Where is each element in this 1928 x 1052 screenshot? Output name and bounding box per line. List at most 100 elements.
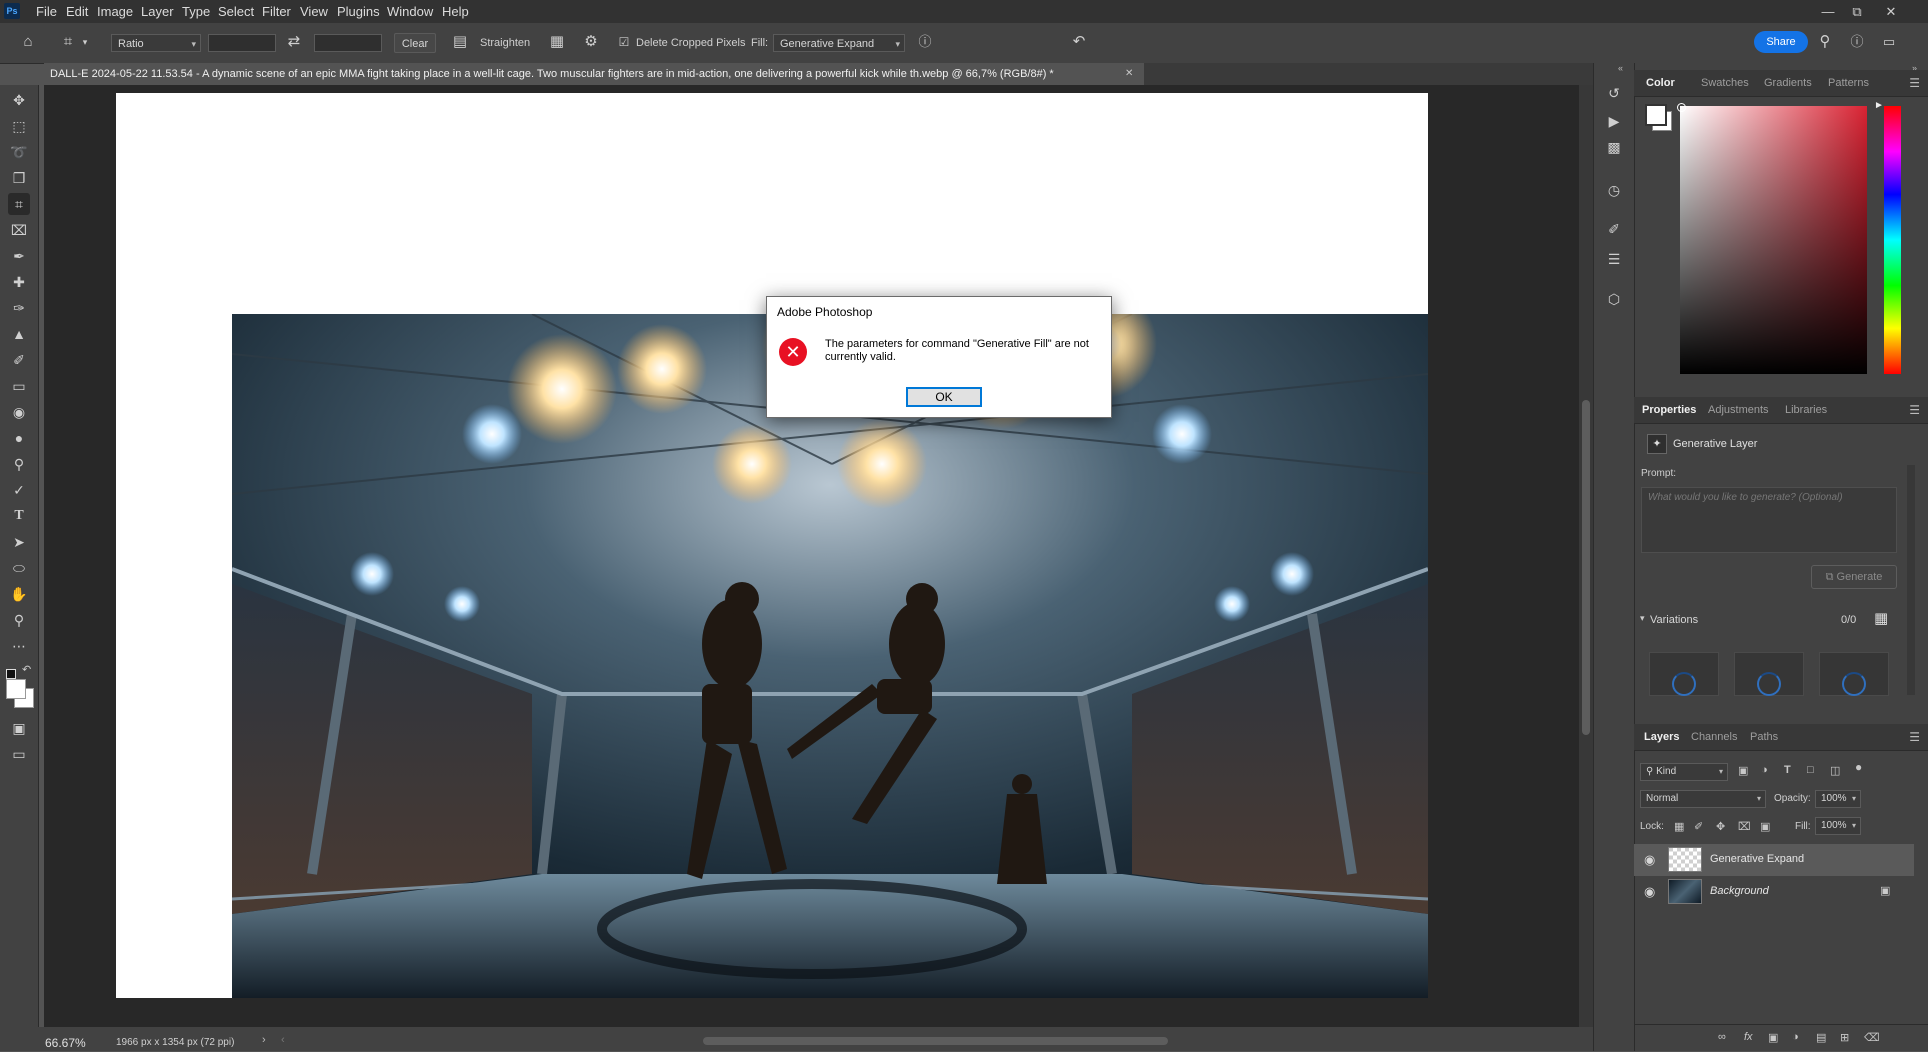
hue-slider-handle-icon[interactable]: ► bbox=[1874, 100, 1884, 111]
chevron-down-icon[interactable]: ▾ bbox=[80, 32, 90, 52]
menu-type[interactable]: Type bbox=[182, 0, 210, 23]
chevron-right-icon[interactable]: › bbox=[262, 1034, 266, 1046]
tab-patterns[interactable]: Patterns bbox=[1828, 70, 1869, 96]
document-title[interactable]: DALL-E 2024-05-22 11.53.54 - A dynamic s… bbox=[50, 63, 1054, 85]
tab-channels[interactable]: Channels bbox=[1691, 724, 1737, 750]
quick-mask-icon[interactable]: ▣ bbox=[8, 717, 30, 739]
clear-button[interactable]: Clear bbox=[394, 33, 436, 53]
close-tab-icon[interactable]: ✕ bbox=[1125, 63, 1133, 85]
blend-mode-select[interactable]: Normal ▾ bbox=[1640, 790, 1766, 808]
paint-bucket-tool-icon[interactable]: ◉ bbox=[8, 401, 30, 423]
tab-adjustments[interactable]: Adjustments bbox=[1708, 397, 1769, 423]
zoom-tool-icon[interactable]: ⚲ bbox=[8, 609, 30, 631]
lock-artboard-icon[interactable]: ⌧ bbox=[1738, 820, 1751, 833]
ellipse-tool-icon[interactable]: ⬭ bbox=[8, 557, 30, 579]
straighten-icon[interactable]: ▤ bbox=[450, 32, 470, 52]
healing-brush-tool-icon[interactable]: ✚ bbox=[8, 271, 30, 293]
layer-row-generative-expand[interactable]: ◉ Generative Expand bbox=[1634, 844, 1914, 876]
menu-help[interactable]: Help bbox=[442, 0, 469, 23]
minimize-icon[interactable]: — bbox=[1815, 0, 1841, 23]
object-selection-tool-icon[interactable]: ❒ bbox=[8, 167, 30, 189]
marquee-tool-icon[interactable]: ⬚ bbox=[8, 115, 30, 137]
tab-layers[interactable]: Layers bbox=[1644, 724, 1679, 750]
gear-icon[interactable]: ⚙ bbox=[581, 32, 601, 52]
panel-menu-icon[interactable]: ☰ bbox=[1909, 76, 1920, 90]
crop-tool-icon[interactable]: ⌗ bbox=[58, 32, 78, 52]
menu-edit[interactable]: Edit bbox=[66, 0, 88, 23]
swap-icon[interactable]: ⇄ bbox=[284, 32, 304, 52]
eyedropper-tool-icon[interactable]: ✒ bbox=[8, 245, 30, 267]
actions-play-icon[interactable]: ▶ bbox=[1604, 111, 1624, 131]
home-icon[interactable]: ⌂ bbox=[18, 32, 38, 52]
filter-pixel-icon[interactable]: ▣ bbox=[1738, 764, 1748, 777]
menu-filter[interactable]: Filter bbox=[262, 0, 291, 23]
default-colors-icon[interactable] bbox=[6, 669, 16, 679]
comments-icon[interactable]: ▩ bbox=[1604, 137, 1624, 157]
tab-paths[interactable]: Paths bbox=[1750, 724, 1778, 750]
add-mask-icon[interactable]: ▣ bbox=[1768, 1031, 1778, 1044]
menu-window[interactable]: Window bbox=[387, 0, 433, 23]
filter-shape-icon[interactable]: □ bbox=[1807, 764, 1814, 776]
crop-tool-icon[interactable]: ⌗ bbox=[8, 193, 30, 215]
eraser-tool-icon[interactable]: ▭ bbox=[8, 375, 30, 397]
trash-icon[interactable]: ⌫ bbox=[1864, 1031, 1880, 1044]
menu-view[interactable]: View bbox=[300, 0, 328, 23]
tab-libraries[interactable]: Libraries bbox=[1785, 397, 1827, 423]
horizontal-scrollbar-thumb[interactable] bbox=[703, 1037, 1168, 1045]
panel-menu-icon[interactable]: ☰ bbox=[1909, 730, 1920, 744]
chevron-left-icon[interactable]: ‹ bbox=[281, 1034, 285, 1046]
menu-layer[interactable]: Layer bbox=[141, 0, 174, 23]
delete-cropped-checkbox[interactable]: ☑ bbox=[617, 32, 631, 52]
variation-thumbnail[interactable] bbox=[1649, 652, 1719, 696]
filter-toggle-icon[interactable]: ● bbox=[1855, 760, 1862, 774]
info-icon[interactable]: ⓘ bbox=[915, 32, 935, 52]
vertical-scrollbar-thumb[interactable] bbox=[1582, 400, 1590, 735]
hue-slider[interactable] bbox=[1884, 106, 1901, 374]
brush-settings-icon[interactable]: ✐ bbox=[1604, 219, 1624, 239]
link-layers-icon[interactable]: ∞ bbox=[1718, 1031, 1726, 1043]
clone-stamp-tool-icon[interactable]: ▲ bbox=[8, 323, 30, 345]
foreground-color-chip[interactable] bbox=[1645, 104, 1667, 126]
tab-properties[interactable]: Properties bbox=[1642, 397, 1696, 423]
menu-file[interactable]: File bbox=[36, 0, 57, 23]
fill-input[interactable]: 100% ▾ bbox=[1815, 817, 1861, 835]
properties-scrollbar[interactable] bbox=[1907, 465, 1915, 695]
hand-tool-icon[interactable]: ✋ bbox=[8, 583, 30, 605]
layer-row-background[interactable]: ◉ Background ▣ bbox=[1634, 876, 1914, 908]
ratio-select[interactable]: Ratio ▾ bbox=[111, 34, 201, 52]
prompt-input[interactable]: What would you like to generate? (Option… bbox=[1641, 487, 1897, 553]
new-layer-icon[interactable]: ⊞ bbox=[1840, 1031, 1849, 1044]
height-input[interactable] bbox=[314, 34, 382, 52]
width-input[interactable] bbox=[208, 34, 276, 52]
history-icon[interactable]: ◷ bbox=[1604, 180, 1624, 200]
lasso-tool-icon[interactable]: ➰ bbox=[8, 141, 30, 163]
lock-image-icon[interactable]: ✐ bbox=[1694, 820, 1703, 833]
fx-icon[interactable]: fx bbox=[1744, 1031, 1753, 1043]
color-picker-cursor[interactable] bbox=[1677, 103, 1686, 112]
menu-plugins[interactable]: Plugins bbox=[337, 0, 380, 23]
new-group-icon[interactable]: ▤ bbox=[1816, 1031, 1826, 1044]
brush-tool-icon[interactable]: ✑ bbox=[8, 297, 30, 319]
menu-select[interactable]: Select bbox=[218, 0, 254, 23]
move-tool-icon[interactable]: ✥ bbox=[8, 89, 30, 111]
fill-select[interactable]: Generative Expand ▾ bbox=[773, 34, 905, 52]
pen-tool-icon[interactable]: ✓ bbox=[8, 479, 30, 501]
dodge-tool-icon[interactable]: ⚲ bbox=[8, 453, 30, 475]
path-selection-tool-icon[interactable]: ➤ bbox=[8, 531, 30, 553]
type-tool-icon[interactable]: T bbox=[8, 505, 30, 527]
history-brush-tool-icon[interactable]: ✐ bbox=[8, 349, 30, 371]
foreground-color-swatch[interactable] bbox=[6, 679, 26, 699]
collapse-panels-icon[interactable]: « bbox=[1618, 63, 1623, 73]
filter-smart-object-icon[interactable]: ◫ bbox=[1830, 764, 1840, 777]
adjustment-layer-icon[interactable]: ◑ bbox=[1792, 1031, 1799, 1043]
share-button[interactable]: Share bbox=[1754, 31, 1808, 53]
lock-all-icon[interactable]: ▣ bbox=[1760, 820, 1770, 833]
color-picker-field[interactable] bbox=[1680, 106, 1867, 374]
screen-mode-icon[interactable]: ▭ bbox=[8, 743, 30, 765]
lock-transparent-icon[interactable]: ▦ bbox=[1674, 820, 1684, 833]
layer-kind-filter[interactable]: ⚲ Kind ▾ bbox=[1640, 763, 1728, 781]
filter-adjustment-icon[interactable]: ◑ bbox=[1761, 764, 1768, 776]
reset-icon[interactable]: ↶ bbox=[1069, 32, 1089, 52]
variation-thumbnail[interactable] bbox=[1734, 652, 1804, 696]
tab-swatches[interactable]: Swatches bbox=[1701, 70, 1749, 96]
